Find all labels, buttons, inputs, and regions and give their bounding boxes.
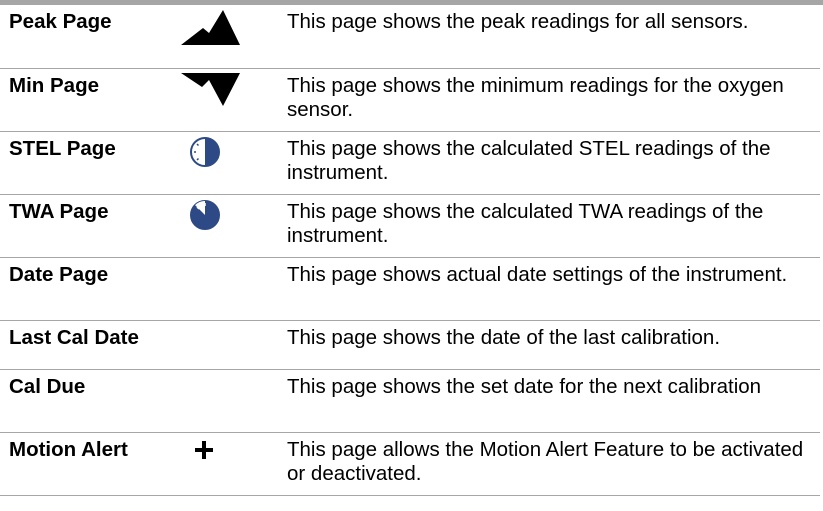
page-description: This page shows actual date settings of … <box>278 257 820 321</box>
twa-clock-icon <box>190 199 220 230</box>
page-description: This page shows the calculated TWA readi… <box>278 194 820 258</box>
stel-clock-icon <box>190 136 220 167</box>
table-row: Last Cal Date This page shows the date o… <box>0 320 820 370</box>
min-icon <box>181 72 240 106</box>
page-name: Min Page <box>0 68 159 132</box>
page-name: Last Cal Date <box>0 320 159 370</box>
table-row: Min Page This page shows the minimum rea… <box>0 68 820 132</box>
page-descriptions-table: Peak Page This page shows the peak readi… <box>0 5 820 496</box>
page-name: Date Page <box>0 257 159 321</box>
page-description: This page shows the minimum readings for… <box>278 68 820 132</box>
page-name: Peak Page <box>0 5 159 69</box>
page-description: This page allows the Motion Alert Featur… <box>278 432 820 496</box>
page-description: This page shows the calculated STEL read… <box>278 131 820 195</box>
page-description: This page shows the set date for the nex… <box>278 369 820 433</box>
table-row: Date Page This page shows actual date se… <box>0 257 820 321</box>
table-row: TWA Page This page shows the calculated … <box>0 194 820 258</box>
page-name: Cal Due <box>0 369 159 433</box>
page-description: This page shows the date of the last cal… <box>278 320 820 370</box>
table-row: Cal Due This page shows the set date for… <box>0 369 820 433</box>
peak-icon <box>181 10 240 45</box>
page-name: STEL Page <box>0 131 159 195</box>
page-name: TWA Page <box>0 194 159 258</box>
plus-icon <box>195 440 213 459</box>
page-name: Motion Alert <box>0 432 159 496</box>
table-row: Motion Alert This page allows the Motion… <box>0 432 820 496</box>
table-row: Peak Page This page shows the peak readi… <box>0 5 820 69</box>
page-description: This page shows the peak readings for al… <box>278 5 820 69</box>
table-row: STEL Page This page shows the calculated… <box>0 131 820 195</box>
